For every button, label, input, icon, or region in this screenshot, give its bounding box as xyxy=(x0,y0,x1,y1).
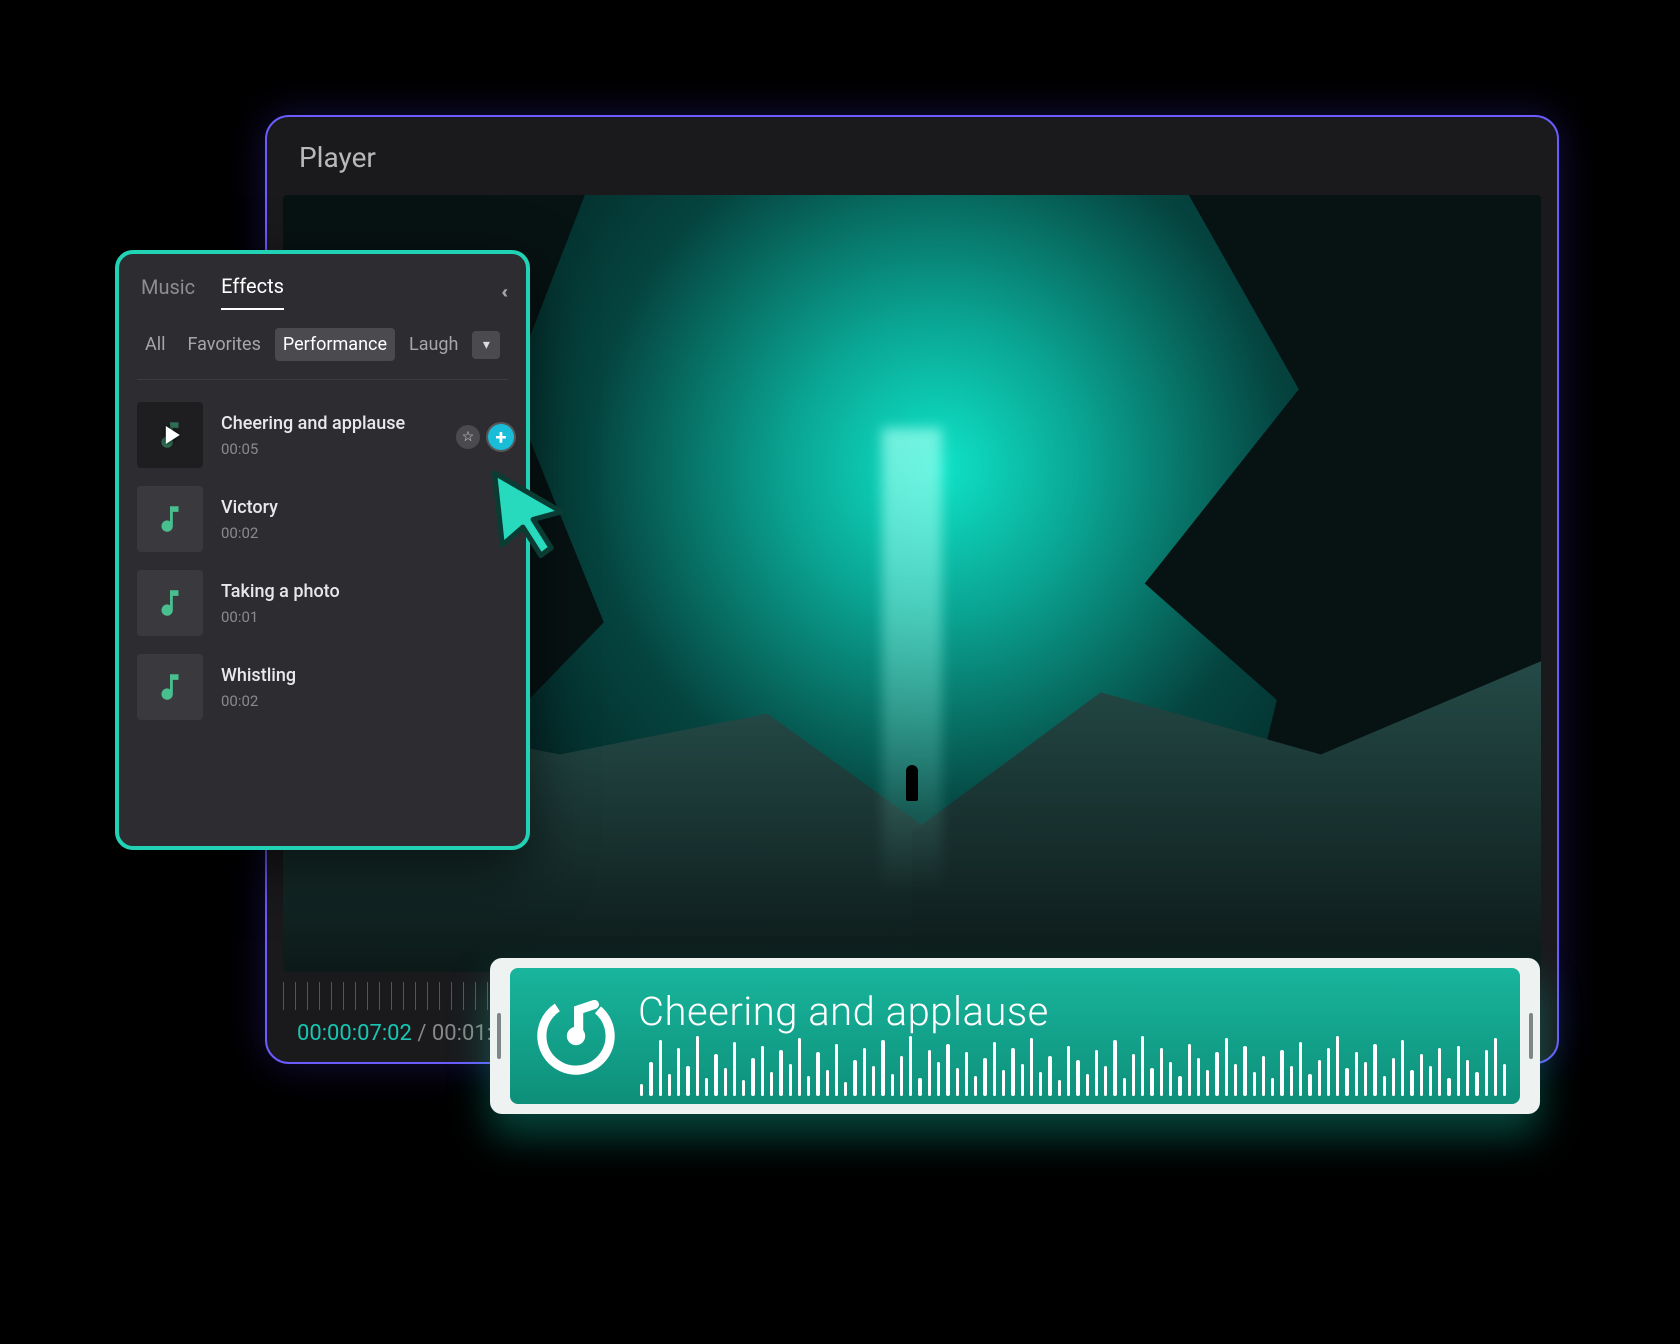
effect-item[interactable]: Cheering and applause 00:05 ☆ + xyxy=(137,402,508,468)
effect-item[interactable]: Whistling 00:02 xyxy=(137,654,508,720)
star-icon: ☆ xyxy=(462,429,475,445)
favorite-button[interactable]: ☆ xyxy=(456,425,480,449)
effect-title: Whistling xyxy=(221,665,296,686)
filter-chips: All Favorites Performance Laugh ▾ xyxy=(137,322,508,380)
music-note-icon xyxy=(153,670,187,704)
effect-duration: 00:05 xyxy=(221,440,405,458)
preview-decor xyxy=(906,765,918,801)
audio-clip[interactable]: Cheering and applause xyxy=(490,958,1540,1114)
effect-thumbnail[interactable] xyxy=(137,402,203,468)
filter-favorites[interactable]: Favorites xyxy=(180,328,269,361)
filter-more-dropdown[interactable]: ▾ xyxy=(472,331,500,359)
music-note-icon xyxy=(153,502,187,536)
effect-title: Victory xyxy=(221,497,278,518)
waveform xyxy=(640,1030,1506,1096)
player-title: Player xyxy=(267,117,1557,190)
clip-title: Cheering and applause xyxy=(638,988,1049,1035)
effect-item[interactable]: Taking a photo 00:01 xyxy=(137,570,508,636)
effect-list: Cheering and applause 00:05 ☆ + xyxy=(137,380,508,720)
filter-laugh[interactable]: Laugh xyxy=(401,328,466,361)
add-effect-button[interactable]: + xyxy=(488,424,514,450)
filter-all[interactable]: All xyxy=(137,328,174,361)
filter-performance[interactable]: Performance xyxy=(275,328,395,361)
clip-handle-left[interactable] xyxy=(490,958,508,1114)
panel-tabs: Music Effects ‹‹ xyxy=(137,254,508,322)
timecode: 00:00:07:02 / 00:01:2 xyxy=(297,1021,504,1046)
effect-title: Cheering and applause xyxy=(221,413,405,434)
preview-decor xyxy=(912,661,1541,972)
play-icon xyxy=(166,426,180,444)
effect-duration: 00:01 xyxy=(221,608,340,626)
effect-thumbnail[interactable] xyxy=(137,486,203,552)
tab-music[interactable]: Music xyxy=(141,275,195,309)
timecode-current: 00:00:07:02 xyxy=(297,1021,412,1046)
effect-item[interactable]: Victory 00:02 xyxy=(137,486,508,552)
tab-effects[interactable]: Effects xyxy=(221,274,284,310)
effect-duration: 00:02 xyxy=(221,524,278,542)
disc-note-icon xyxy=(534,994,618,1078)
clip-handle-right[interactable] xyxy=(1522,958,1540,1114)
effect-thumbnail[interactable] xyxy=(137,570,203,636)
effect-thumbnail[interactable] xyxy=(137,654,203,720)
preview-decor xyxy=(882,428,942,894)
plus-icon: + xyxy=(496,425,507,449)
effects-panel: Music Effects ‹‹ All Favorites Performan… xyxy=(115,250,530,850)
music-note-icon xyxy=(153,586,187,620)
collapse-panel-icon[interactable]: ‹‹ xyxy=(501,282,504,303)
chevron-down-icon: ▾ xyxy=(483,337,490,353)
effect-duration: 00:02 xyxy=(221,692,296,710)
clip-body[interactable]: Cheering and applause xyxy=(510,968,1520,1104)
effect-title: Taking a photo xyxy=(221,581,340,602)
